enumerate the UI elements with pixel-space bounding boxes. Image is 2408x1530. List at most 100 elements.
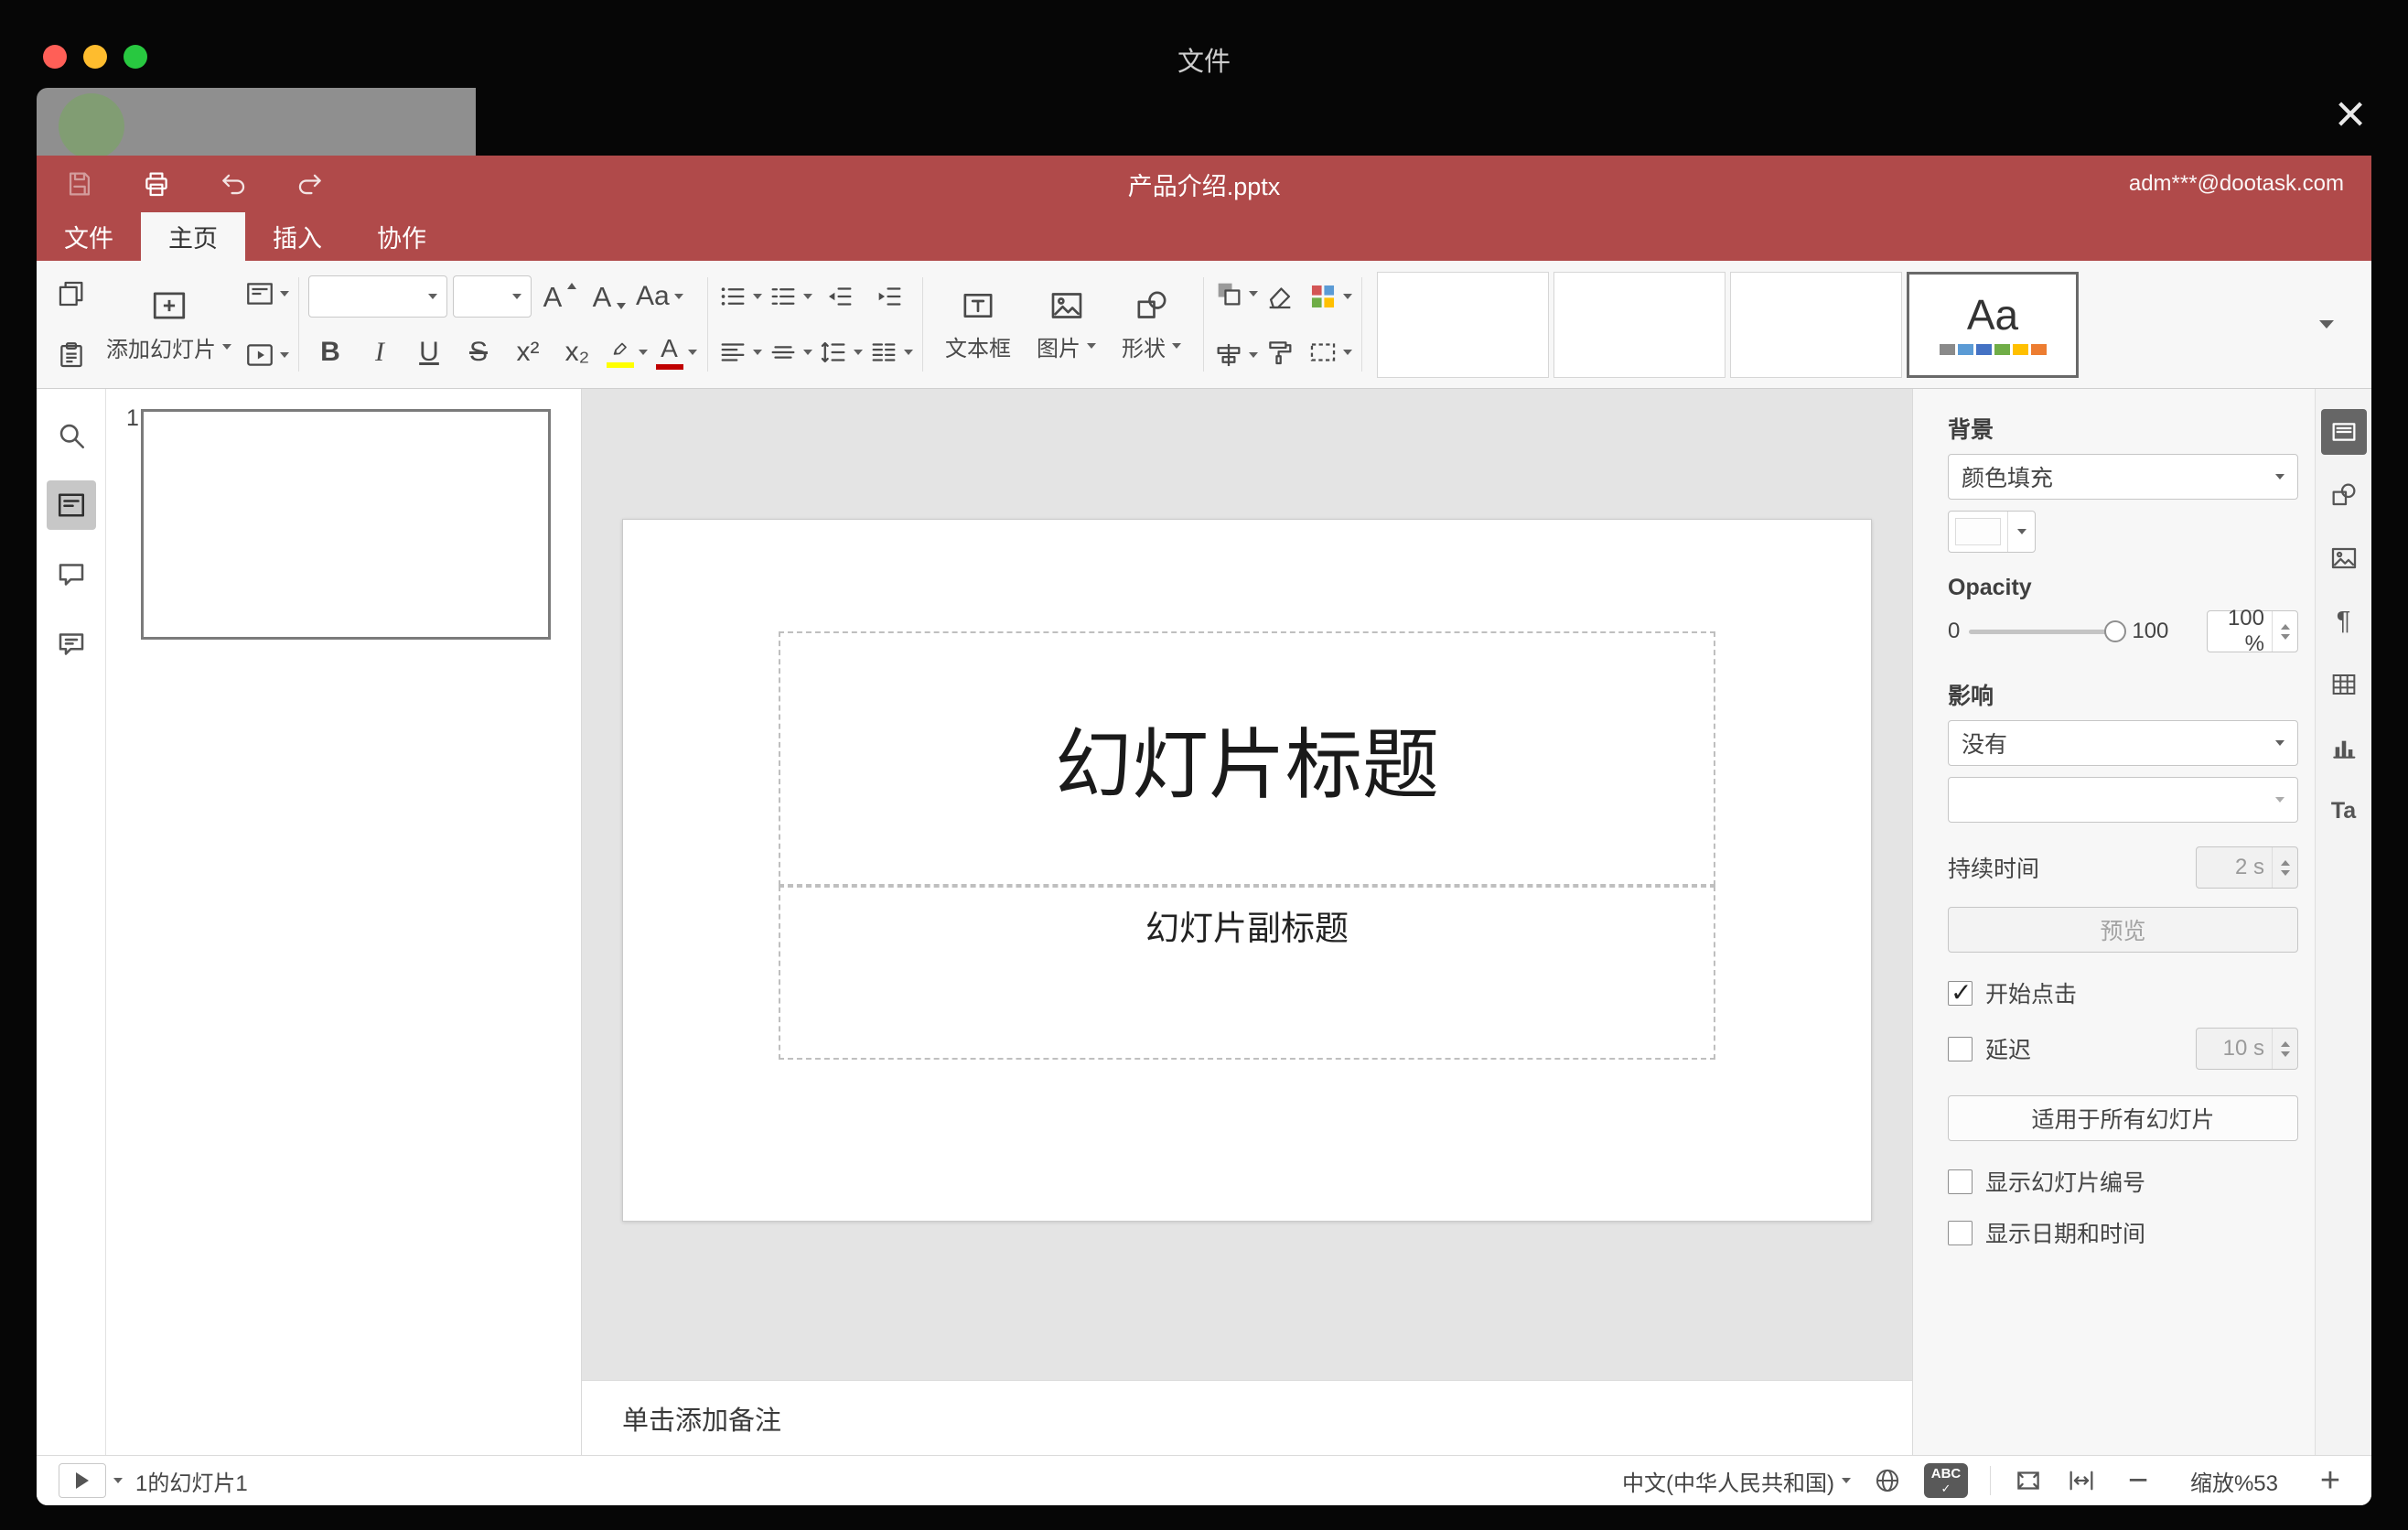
add-slide-button[interactable]: 添加幻灯片	[93, 268, 244, 381]
start-slideshow-statusbar-button[interactable]	[59, 1463, 106, 1498]
show-slide-number-checkbox[interactable]	[1948, 1169, 1973, 1194]
text-box-icon	[963, 293, 993, 318]
theme-thumbnail-2[interactable]	[1553, 271, 1725, 378]
slides-panel-button[interactable]	[46, 480, 96, 530]
bold-button[interactable]: B	[308, 329, 352, 376]
close-preview-button[interactable]: ×	[2335, 88, 2366, 141]
italic-button[interactable]: I	[358, 329, 402, 376]
spinner-arrows-icon[interactable]	[2272, 1029, 2297, 1069]
increase-indent-button[interactable]	[867, 273, 911, 320]
comments-panel-button[interactable]	[47, 550, 96, 599]
slide-thumbnail[interactable]	[141, 409, 551, 640]
slide-editor[interactable]: 幻灯片标题 幻灯片副标题	[622, 519, 1872, 1222]
start-on-click-checkbox[interactable]	[1948, 977, 1973, 1007]
theme-thumbnail-1[interactable]	[1377, 271, 1549, 378]
increase-font-size-button[interactable]: A	[537, 273, 581, 320]
align-left-icon	[721, 343, 745, 361]
shape-settings-icon	[2332, 483, 2355, 506]
copy-style-button[interactable]	[1258, 329, 1302, 376]
print-button[interactable]	[141, 168, 172, 199]
redo-button[interactable]	[295, 168, 326, 199]
change-case-button[interactable]: Aa	[636, 273, 683, 320]
save-button[interactable]	[64, 168, 95, 199]
tab-collaboration[interactable]: 协作	[349, 212, 454, 261]
color-scheme-button[interactable]	[1307, 273, 1352, 320]
columns-button[interactable]	[868, 329, 913, 376]
tab-file[interactable]: 文件	[37, 212, 141, 261]
spinner-arrows-icon[interactable]	[2272, 611, 2297, 652]
chart-settings-button[interactable]	[2321, 725, 2367, 770]
slide-settings-button[interactable]	[2320, 409, 2367, 455]
subscript-button[interactable]: x₂	[555, 329, 599, 376]
bullets-button[interactable]	[717, 273, 762, 320]
title-placeholder[interactable]: 幻灯片标题	[779, 631, 1715, 886]
superscript-button[interactable]: x²	[506, 329, 550, 376]
horizontal-align-button[interactable]	[717, 329, 762, 376]
paragraph-settings-button[interactable]: ¶	[2321, 598, 2367, 644]
font-size-select[interactable]	[453, 275, 532, 318]
opacity-slider-knob[interactable]	[2104, 620, 2127, 642]
chevron-down-icon[interactable]	[113, 1478, 123, 1483]
slide-layout-button[interactable]	[244, 270, 289, 318]
underline-button[interactable]: U	[407, 329, 451, 376]
apply-to-all-slides-button[interactable]: 适用于所有幻灯片	[1948, 1095, 2298, 1141]
text-box-button[interactable]: 文本框	[932, 268, 1024, 381]
decrease-font-size-button[interactable]: A	[586, 273, 630, 320]
tab-insert[interactable]: 插入	[245, 212, 349, 261]
shape-settings-button[interactable]	[2321, 472, 2367, 518]
table-settings-button[interactable]	[2321, 662, 2367, 707]
effect-select[interactable]: 没有	[1948, 720, 2298, 766]
opacity-input[interactable]: 100 %	[2207, 606, 2298, 656]
font-color-button[interactable]: A	[654, 329, 698, 376]
paste-button[interactable]	[49, 331, 93, 379]
align-shape-button[interactable]	[1213, 331, 1258, 379]
effect-variant-select[interactable]	[1948, 777, 2298, 823]
highlight-color-button[interactable]	[605, 329, 649, 376]
numbering-button[interactable]	[768, 273, 812, 320]
strikethrough-button[interactable]: S	[457, 329, 500, 376]
slide-canvas[interactable]: 幻灯片标题 幻灯片副标题	[582, 389, 1912, 1380]
zoom-in-button[interactable]: +	[2311, 1461, 2349, 1501]
tab-home[interactable]: 主页	[141, 212, 245, 261]
show-date-time-checkbox[interactable]	[1948, 1220, 1973, 1245]
insert-image-button[interactable]: 图片	[1024, 268, 1109, 381]
preview-button[interactable]: 预览	[1948, 907, 2298, 953]
theme-thumbnail-3[interactable]	[1730, 271, 1902, 378]
theme-thumbnail-selected[interactable]: Aa	[1907, 271, 2079, 378]
fill-type-select[interactable]: 颜色填充	[1948, 454, 2298, 500]
duration-input[interactable]: 2 s	[2196, 846, 2298, 889]
theme-gallery-expand-button[interactable]	[2295, 284, 2359, 366]
start-slideshow-button[interactable]	[244, 331, 289, 379]
subtitle-placeholder[interactable]: 幻灯片副标题	[779, 886, 1715, 1060]
indent-icon	[878, 287, 901, 306]
opacity-label: Opacity	[1948, 575, 2032, 600]
arrange-shape-button[interactable]	[1213, 270, 1258, 318]
menu-icon[interactable]	[2313, 226, 2346, 248]
set-language-button[interactable]	[1873, 1466, 1902, 1495]
language-select[interactable]: 中文(中华人民共和国)	[1622, 1465, 1851, 1497]
decrease-indent-button[interactable]	[818, 273, 862, 320]
spellcheck-button[interactable]: ABC ✓	[1924, 1463, 1968, 1498]
feedback-panel-button[interactable]	[47, 620, 96, 669]
insert-shape-button[interactable]: 形状	[1109, 268, 1194, 381]
slide-size-button[interactable]	[1307, 329, 1352, 376]
textart-settings-button[interactable]: Ta	[2321, 788, 2367, 834]
spinner-arrows-icon[interactable]	[2272, 847, 2297, 888]
search-panel-button[interactable]	[47, 411, 96, 460]
fit-width-button[interactable]	[2066, 1465, 2097, 1496]
notes-area[interactable]: 单击添加备注	[582, 1380, 1912, 1455]
zoom-out-button[interactable]: −	[2119, 1461, 2157, 1501]
vertical-align-button[interactable]	[768, 329, 812, 376]
clear-style-button[interactable]	[1258, 273, 1302, 320]
delay-checkbox[interactable]	[1948, 1036, 1973, 1061]
background-color-button[interactable]	[1948, 511, 2036, 553]
undo-button[interactable]	[218, 168, 249, 199]
opacity-slider[interactable]	[1969, 620, 2127, 642]
image-settings-button[interactable]	[2321, 535, 2367, 581]
line-spacing-button[interactable]	[818, 329, 863, 376]
font-name-select[interactable]	[308, 275, 447, 318]
copy-icon	[59, 281, 83, 307]
copy-button[interactable]	[49, 270, 93, 318]
delay-input[interactable]: 10 s	[2196, 1028, 2298, 1070]
fit-slide-button[interactable]	[2013, 1465, 2044, 1496]
